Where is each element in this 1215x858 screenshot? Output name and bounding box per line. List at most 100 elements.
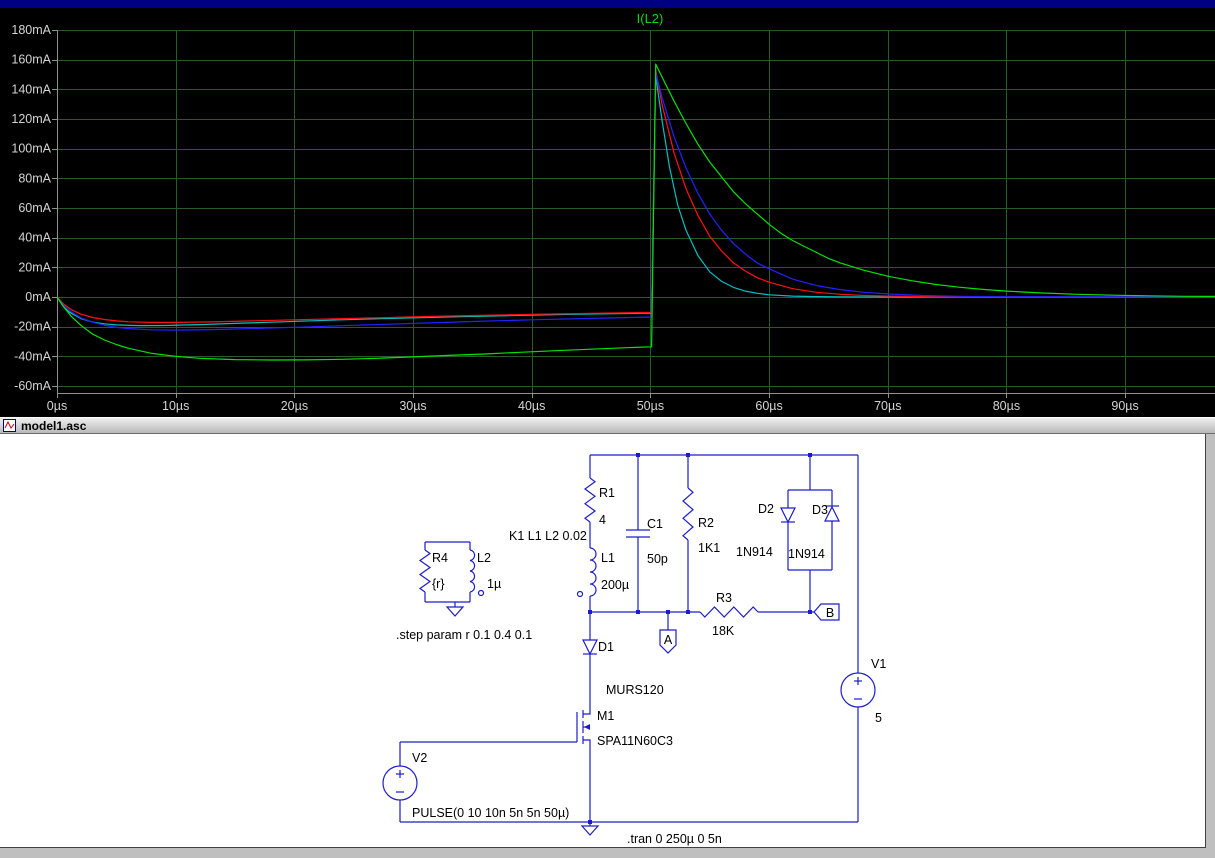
y-tick-label[interactable]: 0mA	[25, 290, 51, 304]
y-tick-label[interactable]: 80mA	[18, 171, 51, 185]
y-tick-label[interactable]: -40mA	[14, 349, 51, 363]
traces	[57, 63, 1215, 361]
V1-value-label[interactable]: 5	[875, 711, 882, 725]
M1-name-label[interactable]: M1	[597, 709, 614, 723]
trace-cyan	[57, 75, 1215, 327]
R1-name-label[interactable]: R1	[599, 486, 615, 500]
R4-value-label[interactable]: {r}	[432, 577, 445, 591]
x-tick-label[interactable]: 30µs	[399, 399, 426, 413]
y-tick-label[interactable]: 140mA	[11, 82, 51, 96]
schematic-document-icon-glyph	[3, 419, 16, 432]
component-V2[interactable]	[382, 765, 418, 801]
junction-dot	[588, 820, 592, 824]
background-window-titlebar[interactable]	[0, 0, 1215, 8]
component-D1[interactable]	[582, 639, 598, 656]
D3-name-label[interactable]: D3	[812, 503, 828, 517]
R2-value-label[interactable]: 1K1	[698, 541, 720, 555]
y-tick-label[interactable]: 40mA	[18, 231, 51, 245]
C1-value-label[interactable]: 50p	[647, 552, 668, 566]
phasing-dot	[576, 590, 584, 598]
schematic-titlebar[interactable]: model1.asc	[0, 417, 1215, 434]
x-axis-labels: 0µs 10µs 20µs 30µs 40µs 50µs 60µs 70µs 80µs 90µs	[47, 399, 1139, 413]
component-C1[interactable]	[626, 529, 650, 538]
spice-directive-k1[interactable]: K1 L1 L2 0.02	[509, 529, 587, 543]
y-tick-label[interactable]: 20mA	[18, 260, 51, 274]
x-tick-label[interactable]: 90µs	[1111, 399, 1138, 413]
D2-name-label[interactable]: D2	[758, 502, 774, 516]
labels: R1 4 C1 50p R2 1K1 D2 1N914 D3 1N914 R4 {r} L2 1µ L1 20…	[396, 486, 886, 846]
ground-symbol[interactable]	[445, 606, 465, 617]
y-tick-label[interactable]: 60mA	[18, 201, 51, 215]
V2-name-label[interactable]: V2	[412, 751, 427, 765]
plot-axes	[52, 30, 1215, 398]
M1-value-label[interactable]: SPA11N60C3	[597, 734, 673, 748]
component-L2[interactable]	[469, 549, 476, 593]
schematic-drawing[interactable]: R1 4 C1 50p R2 1K1 D2 1N914 D3 1N914 R4 {r} L2 1µ L1 20…	[0, 434, 1204, 846]
schematic-canvas[interactable]: R1 4 C1 50p R2 1K1 D2 1N914 D3 1N914 R4 {r} L2 1µ L1 20…	[0, 434, 1206, 848]
trace-red	[57, 69, 1215, 323]
C1-name-label[interactable]: C1	[647, 517, 663, 531]
y-tick-label[interactable]: 100mA	[11, 142, 51, 156]
component-M1[interactable]	[576, 703, 591, 750]
R3-name-label[interactable]: R3	[716, 591, 732, 605]
spice-directive-step[interactable]: .step param r 0.1 0.4 0.1	[396, 628, 532, 642]
junction-dot	[686, 610, 690, 614]
waveform-plot[interactable]: 0µs 10µs 20µs 30µs 40µs 50µs 60µs 70µs 80µs 90µs 1…	[0, 8, 1215, 417]
x-tick-label[interactable]: 20µs	[281, 399, 308, 413]
L1-name-label[interactable]: L1	[601, 551, 615, 565]
y-tick-label[interactable]: -20mA	[14, 320, 51, 334]
y-tick-label[interactable]: -60mA	[14, 379, 51, 393]
x-tick-label[interactable]: 50µs	[637, 399, 664, 413]
x-tick-label[interactable]: 60µs	[755, 399, 782, 413]
x-tick-label[interactable]: 10µs	[162, 399, 189, 413]
junction-dot	[636, 453, 640, 457]
trace-blue	[57, 72, 1215, 331]
D1-name-label[interactable]: D1	[598, 640, 614, 654]
trace-title[interactable]: I(L2)	[575, 11, 725, 26]
L2-name-label[interactable]: L2	[477, 551, 491, 565]
y-tick-label[interactable]: 160mA	[11, 53, 51, 67]
x-tick-label[interactable]: 80µs	[993, 399, 1020, 413]
D3-value-label[interactable]: 1N914	[788, 547, 825, 561]
y-axis-labels: 180mA 160mA 140mA 120mA 100mA 80mA 60mA 40mA 20m…	[11, 23, 51, 393]
screen: 0µs 10µs 20µs 30µs 40µs 50µs 60µs 70µs 80µs 90µs 1…	[0, 0, 1215, 858]
D2-value-label[interactable]: 1N914	[736, 545, 773, 559]
junction-dot	[808, 453, 812, 457]
V1-name-label[interactable]: V1	[871, 657, 886, 671]
V2-value-label[interactable]: PULSE(0 10 10n 5n 5n 50µ)	[412, 806, 569, 820]
waveform-pane[interactable]: 0µs 10µs 20µs 30µs 40µs 50µs 60µs 70µs 80µs 90µs 1…	[0, 8, 1215, 417]
R4-name-label[interactable]: R4	[432, 551, 448, 565]
net-label-A[interactable]: A	[664, 633, 673, 647]
D1-value-label[interactable]: MURS120	[606, 683, 664, 697]
spice-directive-tran[interactable]: .tran 0 250µ 0 5n	[627, 832, 722, 846]
y-tick-label[interactable]: 120mA	[11, 112, 51, 126]
schematic-window-title: model1.asc	[21, 418, 87, 433]
component-R1[interactable]	[583, 477, 597, 523]
plot-grid	[57, 30, 1215, 393]
schematic-document-icon[interactable]	[3, 419, 16, 432]
component-V1[interactable]	[840, 672, 876, 708]
x-tick-label[interactable]: 70µs	[874, 399, 901, 413]
R1-value-label[interactable]: 4	[599, 513, 606, 527]
component-D2[interactable]	[780, 507, 796, 524]
phasing-dot	[477, 589, 485, 597]
L2-value-label[interactable]: 1µ	[487, 577, 501, 591]
junction-dot	[636, 610, 640, 614]
component-R4[interactable]	[418, 549, 432, 593]
junction-dot	[588, 610, 592, 614]
net-label-B[interactable]: B	[826, 606, 834, 620]
R2-name-label[interactable]: R2	[698, 516, 714, 530]
junctions	[588, 453, 812, 824]
L1-value-label[interactable]: 200µ	[601, 578, 629, 592]
symbols	[382, 477, 876, 836]
component-R3[interactable]	[699, 606, 759, 618]
R3-value-label[interactable]: 18K	[712, 624, 735, 638]
y-tick-label[interactable]: 180mA	[11, 23, 51, 37]
component-R2[interactable]	[682, 487, 694, 541]
trace-green	[57, 63, 1215, 361]
component-L1[interactable]	[589, 547, 597, 597]
x-tick-label[interactable]: 0µs	[47, 399, 67, 413]
x-tick-label[interactable]: 40µs	[518, 399, 545, 413]
junction-dot	[686, 453, 690, 457]
junction-dot	[808, 610, 812, 614]
